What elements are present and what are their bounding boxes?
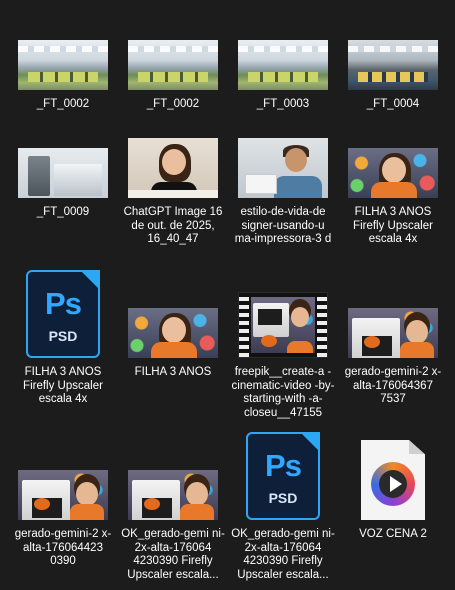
file-name: FILHA 3 ANOS bbox=[134, 366, 212, 378]
file-name: FILHA 3 ANOS Firefly Upscaler escala 4x bbox=[23, 366, 103, 405]
photoshop-file-icon: Ps PSD bbox=[26, 270, 100, 358]
file-name: freepik__create-a -cinematic-video -by-s… bbox=[231, 366, 335, 419]
file-name: _FT_0009 bbox=[36, 206, 90, 218]
ps-logo-text: Ps bbox=[265, 448, 302, 483]
play-icon bbox=[390, 476, 402, 492]
file-item[interactable]: _FT_0009 bbox=[8, 108, 118, 220]
photoshop-file-icon: Ps PSD bbox=[246, 432, 320, 520]
image-thumbnail bbox=[18, 470, 108, 520]
psd-label: PSD bbox=[268, 490, 298, 506]
file-item[interactable]: freepik__create-a -cinematic-video -by-s… bbox=[228, 270, 338, 420]
file-name: OK_gerado-gemi ni-2x-alta-176064 4230390… bbox=[121, 528, 225, 581]
file-name: VOZ CENA 2 bbox=[359, 528, 427, 540]
file-item[interactable]: FILHA 3 ANOS Firefly Upscaler escala 4x bbox=[338, 108, 448, 247]
file-grid: _FT_0002 _FT_0002 _FT_0003 _FT_0004 _FT_… bbox=[0, 0, 455, 590]
image-thumbnail bbox=[238, 138, 328, 198]
file-name: estilo-de-vida-de signer-usando-u ma-imp… bbox=[234, 206, 332, 245]
file-name: gerado-gemini-2 x-alta-176064367 7537 bbox=[344, 366, 442, 405]
file-item[interactable]: OK_gerado-gemi ni-2x-alta-176064 4230390… bbox=[118, 432, 228, 582]
file-item[interactable]: _FT_0002 bbox=[118, 0, 228, 112]
file-item[interactable]: _FT_0004 bbox=[338, 0, 448, 112]
image-thumbnail bbox=[128, 40, 218, 90]
file-name: OK_gerado-gemi ni-2x-alta-176064 4230390… bbox=[231, 528, 335, 581]
audio-file-icon bbox=[361, 440, 425, 520]
image-thumbnail bbox=[18, 40, 108, 90]
file-item[interactable]: ChatGPT Image 16 de out. de 2025, 16_40_… bbox=[118, 108, 228, 247]
image-thumbnail bbox=[238, 40, 328, 90]
file-item[interactable]: VOZ CENA 2 bbox=[338, 432, 448, 542]
image-thumbnail bbox=[348, 40, 438, 90]
file-item[interactable]: estilo-de-vida-de signer-usando-u ma-imp… bbox=[228, 108, 338, 247]
file-name: ChatGPT Image 16 de out. de 2025, 16_40_… bbox=[123, 206, 223, 245]
image-thumbnail bbox=[348, 308, 438, 358]
image-thumbnail bbox=[128, 138, 218, 198]
image-thumbnail bbox=[128, 308, 218, 358]
file-item[interactable]: gerado-gemini-2 x-alta-176064367 7537 bbox=[338, 270, 448, 407]
file-item[interactable]: Ps PSD OK_gerado-gemi ni-2x-alta-176064 … bbox=[228, 432, 338, 582]
image-thumbnail bbox=[128, 470, 218, 520]
file-item[interactable]: Ps PSD FILHA 3 ANOS Firefly Upscaler esc… bbox=[8, 270, 118, 407]
file-item[interactable]: _FT_0002 bbox=[8, 0, 118, 112]
psd-label: PSD bbox=[48, 328, 78, 344]
ps-logo-text: Ps bbox=[45, 286, 82, 321]
file-item[interactable]: _FT_0003 bbox=[228, 0, 338, 112]
file-name: FILHA 3 ANOS Firefly Upscaler escala 4x bbox=[353, 206, 433, 245]
video-thumbnail bbox=[238, 292, 328, 358]
image-thumbnail bbox=[18, 148, 108, 198]
image-thumbnail bbox=[348, 148, 438, 198]
file-item[interactable]: FILHA 3 ANOS bbox=[118, 270, 228, 380]
file-item[interactable]: gerado-gemini-2 x-alta-176064423 0390 bbox=[8, 432, 118, 569]
file-name: gerado-gemini-2 x-alta-176064423 0390 bbox=[14, 528, 112, 567]
